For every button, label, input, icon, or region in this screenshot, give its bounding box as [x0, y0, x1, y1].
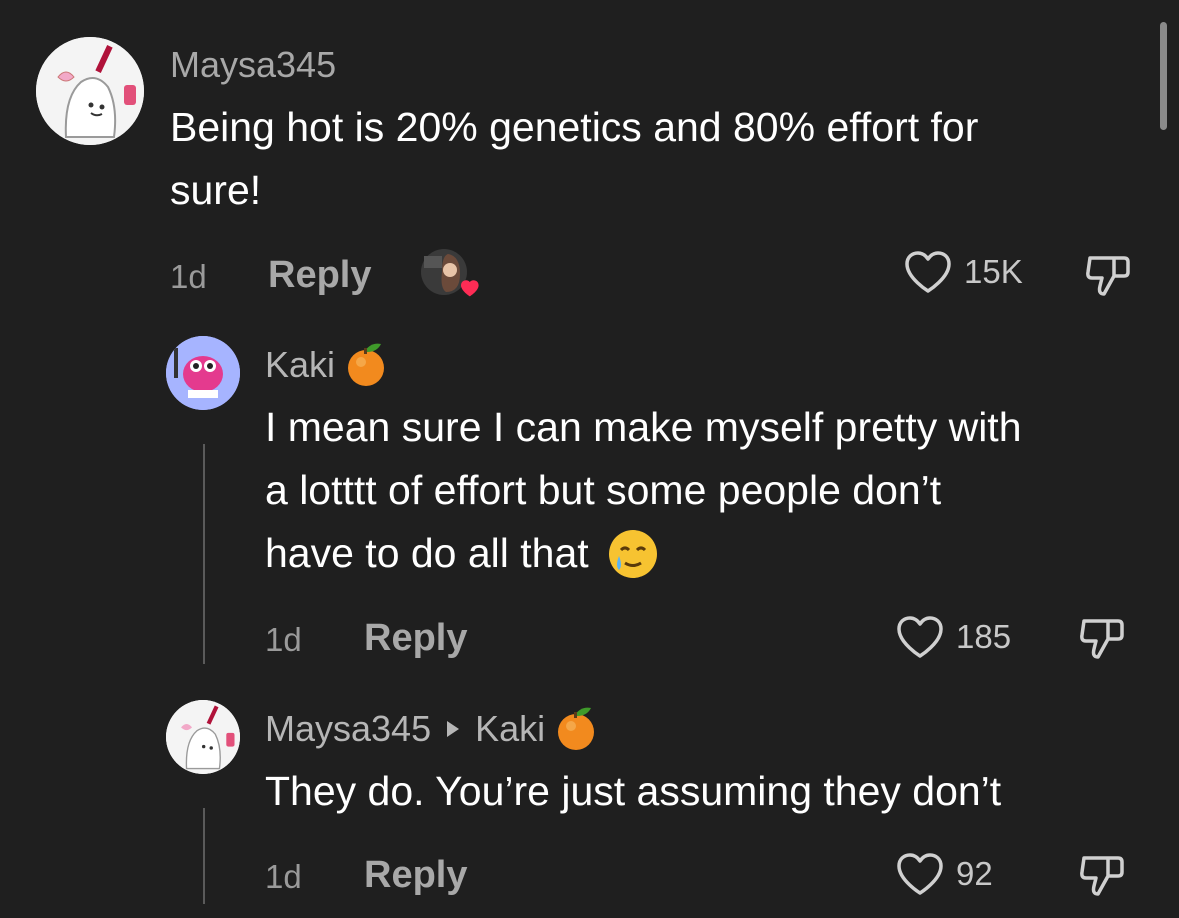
thread-line — [203, 808, 205, 904]
avatar[interactable] — [36, 37, 144, 145]
thread-line — [203, 444, 205, 664]
heart-icon — [905, 251, 951, 293]
heart-badge-icon — [461, 280, 479, 297]
like-count: 185 — [956, 618, 1012, 655]
reply-arrow-icon — [447, 721, 460, 737]
comment-text-line: have to do all that — [265, 522, 1022, 585]
dislike-icon[interactable] — [1078, 852, 1126, 900]
comment-text-line: a lotttt of effort but some people don’t — [265, 467, 942, 513]
username-text: Maysa345 — [265, 708, 432, 749]
like-button[interactable]: 15K — [904, 250, 1023, 294]
like-count: 15K — [964, 253, 1023, 290]
avatar[interactable] — [166, 700, 240, 774]
comment-text: I mean sure I can make myself pretty wit… — [265, 396, 1022, 585]
scrollbar[interactable] — [1160, 22, 1167, 130]
comment-username[interactable]: Maysa345 — [170, 44, 336, 86]
comment-text: Being hot is 20% genetics and 80% effort… — [170, 96, 978, 222]
comment-text-line: They do. You’re just assuming they don’t — [265, 768, 1002, 814]
dislike-icon[interactable] — [1084, 252, 1132, 300]
reply-button[interactable]: Reply — [364, 617, 467, 660]
reply-button[interactable]: Reply — [268, 254, 371, 297]
username-text: Maysa345 — [170, 44, 337, 85]
like-button[interactable]: 185 — [896, 615, 1011, 659]
crying-smile-emoji — [608, 529, 657, 578]
comment-username[interactable]: Maysa345 Kaki — [265, 706, 597, 752]
comment-text-line: sure! — [170, 167, 262, 213]
like-button[interactable]: 92 — [896, 852, 993, 896]
orange-emoji — [558, 707, 595, 750]
reply-to-username[interactable]: Kaki — [475, 708, 545, 750]
like-count: 92 — [956, 855, 993, 892]
comment-timestamp: 1d — [265, 858, 302, 895]
comment-text-line: Being hot is 20% genetics and 80% effort… — [170, 104, 979, 150]
creator-liked-badge — [420, 248, 482, 300]
heart-icon — [897, 616, 943, 658]
reply-button[interactable]: Reply — [364, 854, 467, 897]
avatar[interactable] — [166, 336, 240, 410]
dislike-icon[interactable] — [1078, 615, 1126, 663]
comment-timestamp: 1d — [265, 621, 302, 658]
heart-icon — [897, 853, 943, 895]
orange-emoji — [348, 343, 385, 386]
comment-text: They do. You’re just assuming they don’t — [265, 760, 1001, 823]
username-text: Kaki — [265, 344, 336, 385]
comment-timestamp: 1d — [170, 258, 207, 295]
comment-text-line: I mean sure I can make myself pretty wit… — [265, 404, 1022, 450]
comment-username[interactable]: Kaki — [265, 342, 387, 388]
